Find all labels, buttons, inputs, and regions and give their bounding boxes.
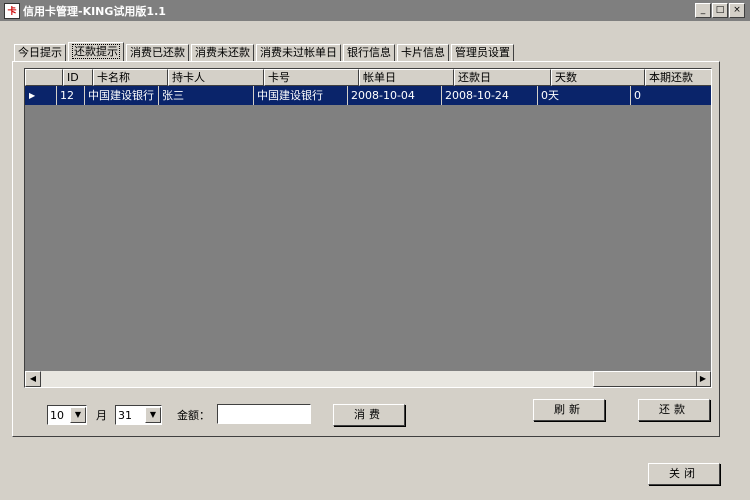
column-header-card-number[interactable]: 卡号 [264, 69, 359, 86]
repay-grid[interactable]: ID 卡名称 持卡人 卡号 帐单日 还款日 天数 本期还款 ▶ 12 中国建设银… [24, 68, 712, 388]
cell-statement-date[interactable]: 2008-10-04 [348, 86, 442, 105]
chevron-down-icon[interactable]: ▼ [145, 407, 161, 423]
month-label: 月 [96, 409, 107, 422]
tab-bar: 今日提示 还款提示 消费已还款 消费未还款 消费未过帐单日 银行信息 卡片信息 … [14, 42, 516, 62]
cell-cardholder[interactable]: 张三 [159, 86, 254, 105]
column-header-cardholder[interactable]: 持卡人 [168, 69, 264, 86]
row-indicator-icon: ▶ [25, 86, 57, 105]
month-select[interactable]: 10 ▼ [47, 405, 87, 425]
grid-header: ID 卡名称 持卡人 卡号 帐单日 还款日 天数 本期还款 [25, 69, 711, 86]
maximize-button[interactable]: □ [712, 3, 728, 18]
cell-id[interactable]: 12 [57, 86, 85, 105]
tab-card-info[interactable]: 卡片信息 [397, 44, 449, 62]
window-title: 信用卡管理-KING试用版1.1 [23, 4, 166, 18]
cell-days[interactable]: 0天 [538, 86, 631, 105]
scrollbar-thumb[interactable] [593, 371, 697, 387]
cell-card-number[interactable]: 中国建设银行 [254, 86, 348, 105]
close-window-button[interactable]: × [729, 3, 745, 18]
amount-input[interactable] [217, 404, 311, 424]
app-icon: 卡 [4, 2, 20, 19]
repay-button[interactable]: 还款 [638, 399, 710, 421]
horizontal-scrollbar[interactable]: ◀ ▶ [25, 371, 711, 387]
column-header-id[interactable]: ID [63, 69, 93, 86]
tab-today-tips[interactable]: 今日提示 [14, 44, 66, 62]
tab-bank-info[interactable]: 银行信息 [343, 44, 395, 62]
refresh-button[interactable]: 刷新 [533, 399, 605, 421]
tab-consumed-before-statement[interactable]: 消费未过帐单日 [256, 44, 341, 62]
day-select[interactable]: 31 ▼ [115, 405, 162, 425]
minimize-button[interactable]: _ [695, 3, 711, 18]
cell-due-date[interactable]: 2008-10-24 [442, 86, 538, 105]
scroll-right-icon[interactable]: ▶ [695, 371, 711, 387]
close-button[interactable]: 关闭 [648, 463, 720, 485]
column-header-statement-date[interactable]: 帐单日 [359, 69, 454, 86]
amount-label: 金额： [177, 409, 210, 422]
tab-admin-settings[interactable]: 管理员设置 [451, 44, 514, 62]
row-header-corner [25, 69, 63, 86]
column-header-days[interactable]: 天数 [551, 69, 645, 86]
scroll-left-icon[interactable]: ◀ [25, 371, 41, 387]
column-header-due-date[interactable]: 还款日 [454, 69, 551, 86]
month-value: 10 [50, 408, 64, 422]
tab-consumed-repaid[interactable]: 消费已还款 [126, 44, 189, 62]
consume-button[interactable]: 消费 [333, 404, 405, 426]
chevron-down-icon[interactable]: ▼ [70, 407, 86, 423]
column-header-current-payment[interactable]: 本期还款 [645, 69, 711, 86]
window-controls: _ □ × [694, 3, 745, 18]
column-header-card-name[interactable]: 卡名称 [93, 69, 168, 86]
cell-card-name[interactable]: 中国建设银行 [85, 86, 159, 105]
day-value: 31 [118, 408, 132, 422]
tab-repay-tips[interactable]: 还款提示 [68, 42, 124, 62]
cell-current-payment[interactable]: 0 [631, 86, 711, 105]
tab-consumed-unpaid[interactable]: 消费未还款 [191, 44, 254, 62]
table-row[interactable]: ▶ 12 中国建设银行 张三 中国建设银行 2008-10-04 2008-10… [25, 86, 711, 105]
title-bar: 卡 信用卡管理-KING试用版1.1 _ □ × [0, 0, 750, 21]
